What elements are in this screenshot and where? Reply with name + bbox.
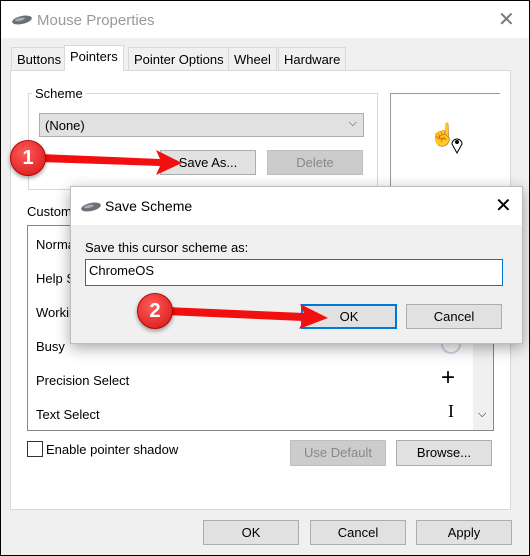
annotation-arrows (40, 150, 328, 329)
annotation-badge-2: 2 (137, 293, 173, 329)
annotation-arrow-1 (40, 150, 182, 175)
annotation-arrow-2 (166, 304, 328, 329)
annotation-badge-1: 1 (10, 140, 46, 176)
